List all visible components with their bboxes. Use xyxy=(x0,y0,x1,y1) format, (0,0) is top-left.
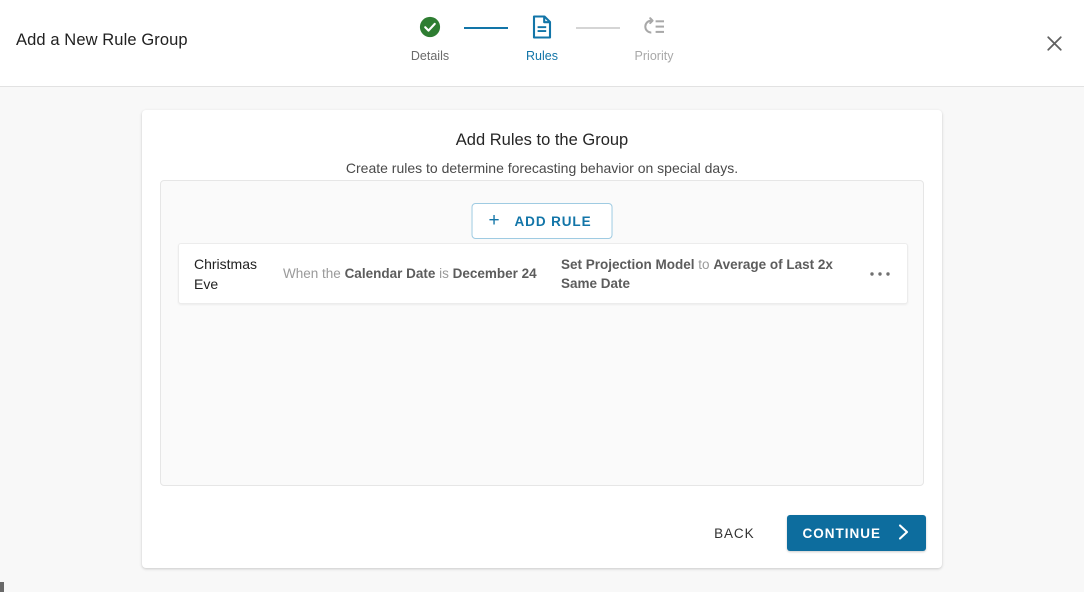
rules-panel: + ADD RULE Christmas Eve When the Calend… xyxy=(160,180,924,486)
stepper-label-rules: Rules xyxy=(526,49,558,63)
stepper-connector-2 xyxy=(576,27,620,29)
rule-condition: When the Calendar Date is December 24 xyxy=(283,264,561,283)
rules-card: Add Rules to the Group Create rules to d… xyxy=(142,110,942,568)
condition-operator: is xyxy=(439,266,449,281)
stepper-connector-1 xyxy=(464,27,508,29)
add-rule-button[interactable]: + ADD RULE xyxy=(471,203,613,239)
card-subtitle: Create rules to determine forecasting be… xyxy=(345,160,739,176)
wizard-stepper: Details Rules Priority xyxy=(396,14,688,63)
action-connector: to xyxy=(698,256,710,272)
reorder-priority-icon xyxy=(642,14,666,40)
stepper-label-details: Details xyxy=(410,49,450,63)
page-title: Add a New Rule Group xyxy=(16,31,188,49)
condition-prefix: When the xyxy=(283,266,341,281)
check-circle-icon xyxy=(419,14,441,40)
back-button[interactable]: BACK xyxy=(700,517,768,550)
add-rule-label: ADD RULE xyxy=(514,213,592,229)
stepper-label-priority: Priority xyxy=(634,49,674,63)
rule-action: Set Projection Model to Average of Last … xyxy=(561,255,853,293)
plus-icon: + xyxy=(488,209,501,231)
stepper-step-details[interactable]: Details xyxy=(396,14,464,63)
condition-value: December 24 xyxy=(452,266,537,281)
rule-list-item[interactable]: Christmas Eve When the Calendar Date is … xyxy=(178,243,908,304)
close-icon[interactable] xyxy=(1040,29,1068,57)
continue-label: CONTINUE xyxy=(802,525,881,541)
scrollbar-fragment[interactable] xyxy=(0,582,4,592)
continue-button[interactable]: CONTINUE xyxy=(786,515,926,551)
document-icon xyxy=(532,14,552,40)
card-title: Add Rules to the Group xyxy=(455,131,629,149)
stepper-step-priority[interactable]: Priority xyxy=(620,14,688,63)
rule-name: Christmas Eve xyxy=(194,255,258,292)
card-footer: BACK CONTINUE xyxy=(700,515,926,551)
action-subject: Set Projection Model xyxy=(561,256,695,272)
dialog-body: Add Rules to the Group Create rules to d… xyxy=(0,87,1084,592)
ellipsis-horizontal-icon[interactable] xyxy=(853,271,907,277)
stepper-step-rules[interactable]: Rules xyxy=(508,14,576,63)
dialog-header: Add a New Rule Group Details Rules Prior… xyxy=(0,0,1084,87)
condition-field: Calendar Date xyxy=(344,266,436,281)
chevron-right-icon xyxy=(897,523,910,544)
